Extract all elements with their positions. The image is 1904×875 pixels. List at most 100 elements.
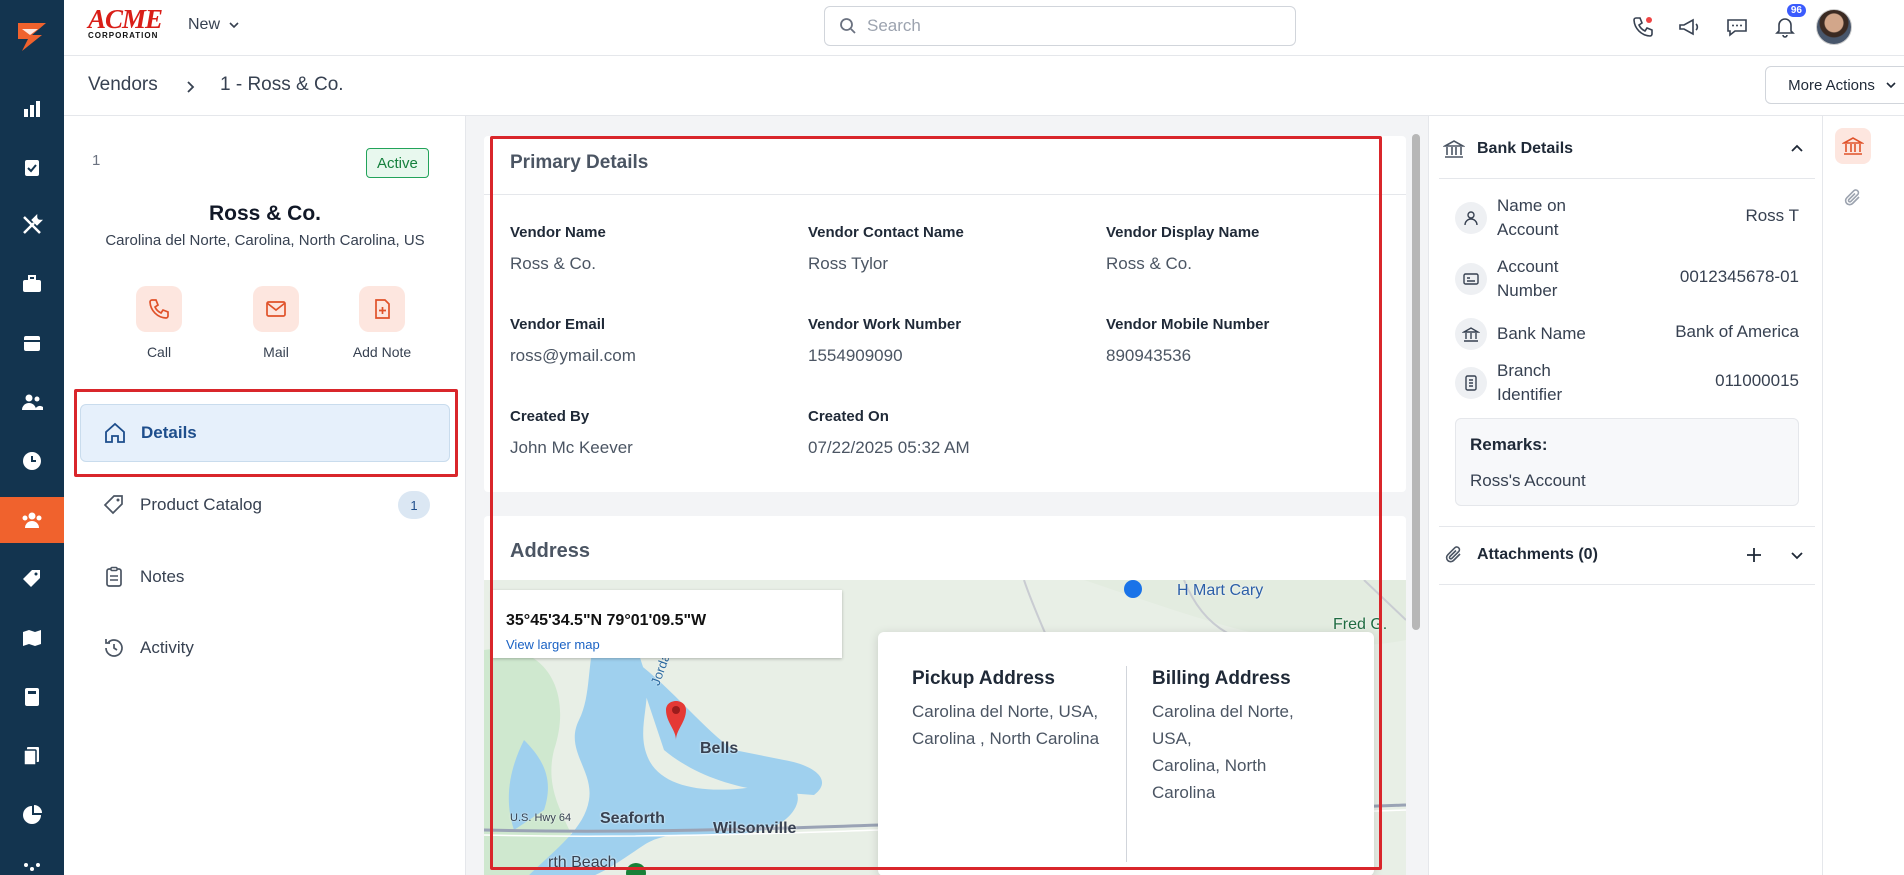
scrollbar-thumb[interactable] — [1412, 134, 1420, 630]
reports-icon[interactable] — [0, 86, 64, 132]
sidebar-item-details[interactable]: Details — [80, 404, 450, 462]
bank-details-panel: Bank Details Name on Account Ross T Acco… — [1428, 116, 1822, 875]
search-input[interactable] — [867, 16, 1267, 36]
calculator-icon[interactable] — [0, 674, 64, 720]
remarks-box: Remarks: Ross's Account — [1455, 418, 1799, 506]
divider — [484, 194, 1406, 195]
bank-field-label: Bank Name — [1497, 324, 1586, 343]
add-icon[interactable] — [1745, 546, 1763, 564]
mail-icon — [253, 286, 299, 332]
mail-label: Mail — [263, 344, 289, 360]
chevron-down-icon[interactable] — [1789, 547, 1805, 563]
bank-field-value: Bank of America — [1675, 322, 1799, 341]
bank-field-label: Branch Identifier — [1497, 361, 1563, 404]
contacts-icon[interactable] — [0, 379, 64, 425]
vendor-profile-panel: 1 Active Ross & Co. Carolina del Norte, … — [64, 116, 466, 875]
clipboard-icon — [106, 566, 122, 587]
field-value: 07/22/2025 05:32 AM — [808, 438, 970, 457]
add-note-label: Add Note — [352, 344, 412, 360]
remarks-value: Ross's Account — [1470, 471, 1586, 490]
pickup-address-title: Pickup Address — [912, 668, 1055, 689]
field-value: Ross & Co. — [1106, 254, 1192, 273]
more-actions-button[interactable]: More Actions — [1765, 66, 1904, 104]
bank-panel-toggle-icon[interactable] — [1835, 128, 1871, 164]
map-coordinates: 35°45'34.5"N 79°01'09.5"W — [506, 612, 707, 629]
view-larger-map-link[interactable]: View larger map — [506, 637, 600, 652]
address-info-card: Pickup Address Carolina del Norte, USA, … — [878, 632, 1374, 875]
map[interactable]: H Mart Cary Fred G. Bo Bells Seaforth Wi… — [484, 580, 1406, 875]
avatar[interactable] — [1816, 9, 1852, 45]
chevron-up-icon[interactable] — [1789, 141, 1805, 157]
history-icon — [105, 639, 123, 657]
price-tag-icon[interactable] — [0, 556, 64, 602]
map-icon[interactable] — [0, 615, 64, 661]
time-icon[interactable] — [0, 438, 64, 484]
call-button[interactable]: Call — [114, 286, 204, 360]
breadcrumb: Vendors 1 - Ross & Co. More Actions — [64, 56, 1904, 116]
megaphone-icon[interactable] — [1674, 12, 1704, 42]
divider — [1439, 584, 1815, 585]
map-label: H Mart Cary — [1177, 582, 1264, 599]
field-label: Vendor Contact Name — [808, 224, 964, 241]
sidebar-item-activity[interactable]: Activity — [80, 619, 450, 677]
logo-subtext: CORPORATION — [88, 31, 159, 40]
chat-icon[interactable] — [1722, 12, 1752, 42]
mail-button[interactable]: Mail — [231, 286, 321, 360]
scrollbar[interactable] — [1409, 120, 1423, 872]
field-label: Vendor Mobile Number — [1106, 316, 1270, 333]
documents-icon[interactable] — [0, 733, 64, 779]
briefcase-icon[interactable] — [0, 261, 64, 307]
more-icon[interactable] — [0, 846, 64, 875]
sidebar-item-product-catalog[interactable]: Product Catalog 1 — [80, 476, 450, 534]
top-bar: ACME CORPORATION New 96 — [64, 0, 1904, 56]
primary-details-card: Primary Details Vendor Name Ross & Co. V… — [484, 136, 1406, 492]
sidebar-item-label: Notes — [140, 567, 185, 586]
field-value: ross@ymail.com — [510, 346, 636, 365]
app-logo-icon[interactable] — [0, 0, 64, 70]
new-button[interactable]: New — [188, 16, 240, 34]
attachments-toggle-icon[interactable] — [1835, 180, 1871, 216]
call-label: Call — [146, 344, 172, 360]
pie-chart-icon[interactable] — [0, 792, 64, 838]
vendors-icon[interactable] — [0, 497, 64, 543]
field-label: Vendor Name — [510, 224, 606, 241]
bank-row-branch: Branch Identifier 011000015 — [1455, 357, 1799, 407]
sidebar-item-notes[interactable]: Notes — [80, 548, 450, 606]
chevron-down-icon — [229, 22, 239, 29]
company-logo[interactable]: ACME CORPORATION — [88, 6, 164, 42]
billing-line: Carolina — [1152, 783, 1216, 802]
map-label: U.S. Hwy 64 — [510, 812, 572, 824]
tag-icon — [103, 495, 123, 515]
field-label: Created On — [808, 408, 889, 425]
vendor-id: 1 — [92, 152, 101, 169]
field-value: Ross Tylor — [808, 254, 888, 273]
paperclip-icon — [1445, 546, 1461, 563]
bank-field-value: 011000015 — [1715, 371, 1799, 390]
branch-icon — [1455, 367, 1487, 399]
bank-details-header[interactable]: Bank Details — [1443, 138, 1805, 160]
logo-text: ACME — [88, 4, 163, 34]
bank-row-account: Account Number 0012345678-01 — [1455, 253, 1799, 303]
chevron-down-icon — [1886, 82, 1896, 89]
map-label: Seaforth — [600, 810, 665, 827]
calendar-icon[interactable] — [0, 320, 64, 366]
attachments-header[interactable]: Attachments (0) — [1443, 544, 1805, 566]
tools-icon[interactable] — [0, 202, 64, 248]
address-card: Address H Mart Cary Fred G. Bo — [484, 516, 1406, 875]
phone-alert-icon[interactable] — [1628, 12, 1658, 42]
bell-icon[interactable]: 96 — [1770, 4, 1806, 42]
bank-row-name: Name on Account Ross T — [1455, 192, 1799, 242]
phone-icon — [136, 286, 182, 332]
pickup-address-text: Carolina del Norte, USA, Carolina , Nort… — [912, 698, 1099, 752]
chevron-right-icon — [187, 81, 195, 93]
search-box[interactable] — [824, 6, 1296, 46]
sidebar-item-label: Details — [141, 423, 197, 442]
billing-line: USA, — [1152, 729, 1192, 748]
home-icon — [105, 422, 125, 443]
tasks-icon[interactable] — [0, 144, 64, 190]
breadcrumb-vendors[interactable]: Vendors — [88, 74, 158, 96]
billing-address-title: Billing Address — [1152, 668, 1291, 689]
add-note-button[interactable]: Add Note — [337, 286, 427, 360]
bank-icon — [1455, 318, 1487, 350]
field-value: 1554909090 — [808, 346, 903, 365]
